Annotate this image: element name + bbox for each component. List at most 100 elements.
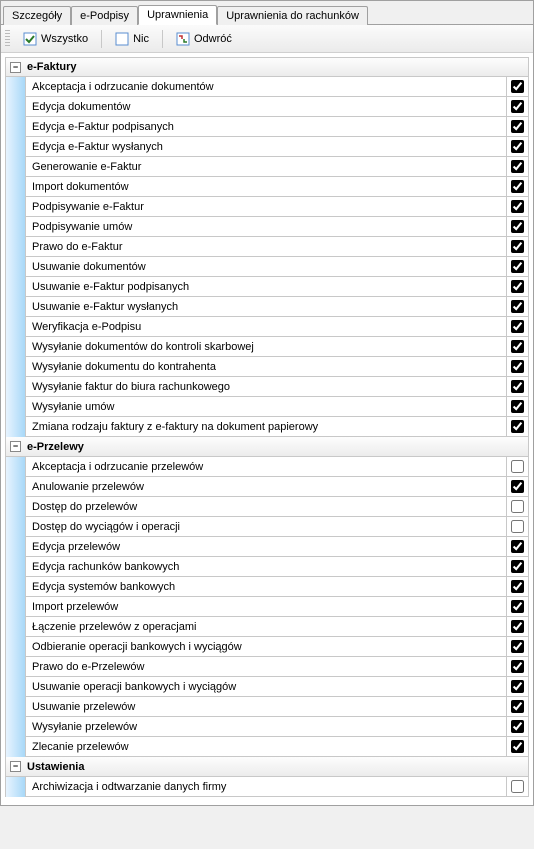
permission-group: −e-FakturyAkceptacja i odrzucanie dokume…: [5, 57, 529, 437]
permission-checkbox[interactable]: [511, 660, 524, 673]
select-all-button[interactable]: Wszystko: [16, 29, 95, 49]
collapse-icon[interactable]: −: [10, 62, 21, 73]
permission-checkbox-cell: [507, 357, 529, 377]
permission-label: Łączenie przelewów z operacjami: [26, 617, 507, 637]
permission-checkbox-cell: [507, 77, 529, 97]
permission-checkbox[interactable]: [511, 540, 524, 553]
permission-label: Usuwanie e-Faktur wysłanych: [26, 297, 507, 317]
permission-row: Łączenie przelewów z operacjami: [5, 617, 529, 637]
permission-checkbox[interactable]: [511, 400, 524, 413]
row-indent: [6, 297, 26, 317]
invert-button[interactable]: Odwróć: [169, 29, 239, 49]
permission-label: Prawo do e-Przelewów: [26, 657, 507, 677]
permission-row: Akceptacja i odrzucanie przelewów: [5, 457, 529, 477]
permission-row: Usuwanie e-Faktur wysłanych: [5, 297, 529, 317]
permission-row: Weryfikacja e-Podpisu: [5, 317, 529, 337]
permission-checkbox[interactable]: [511, 180, 524, 193]
tab-esignatures[interactable]: e-Podpisy: [71, 6, 138, 25]
permission-checkbox-cell: [507, 717, 529, 737]
permission-label: Wysyłanie dokumentu do kontrahenta: [26, 357, 507, 377]
permission-checkbox-cell: [507, 657, 529, 677]
row-indent: [6, 577, 26, 597]
permission-checkbox[interactable]: [511, 420, 524, 433]
row-indent: [6, 217, 26, 237]
permission-checkbox[interactable]: [511, 200, 524, 213]
permission-checkbox[interactable]: [511, 700, 524, 713]
permission-checkbox[interactable]: [511, 280, 524, 293]
permission-label: Usuwanie operacji bankowych i wyciągów: [26, 677, 507, 697]
permission-label: Zlecanie przelewów: [26, 737, 507, 757]
invert-icon: [176, 32, 190, 46]
select-none-button[interactable]: Nic: [108, 29, 156, 49]
permission-checkbox[interactable]: [511, 580, 524, 593]
permission-checkbox[interactable]: [511, 160, 524, 173]
permission-checkbox[interactable]: [511, 100, 524, 113]
row-indent: [6, 677, 26, 697]
permission-checkbox-cell: [507, 737, 529, 757]
permission-row: Wysyłanie umów: [5, 397, 529, 417]
permission-group: −UstawieniaArchiwizacja i odtwarzanie da…: [5, 757, 529, 797]
permission-checkbox-cell: [507, 337, 529, 357]
group-header[interactable]: −Ustawienia: [5, 757, 529, 777]
permission-checkbox[interactable]: [511, 600, 524, 613]
permission-checkbox[interactable]: [511, 320, 524, 333]
tab-account-permissions[interactable]: Uprawnienia do rachunków: [217, 6, 368, 25]
row-indent: [6, 257, 26, 277]
permission-label: Podpisywanie e-Faktur: [26, 197, 507, 217]
permission-row: Import przelewów: [5, 597, 529, 617]
permission-checkbox[interactable]: [511, 120, 524, 133]
permission-checkbox[interactable]: [511, 360, 524, 373]
permission-checkbox[interactable]: [511, 740, 524, 753]
permission-row: Wysyłanie dokumentu do kontrahenta: [5, 357, 529, 377]
permission-checkbox[interactable]: [511, 140, 524, 153]
permission-checkbox-cell: [507, 277, 529, 297]
permissions-tree: −e-FakturyAkceptacja i odrzucanie dokume…: [1, 53, 533, 805]
group-header[interactable]: −e-Faktury: [5, 57, 529, 77]
row-indent: [6, 477, 26, 497]
permission-checkbox[interactable]: [511, 340, 524, 353]
permission-checkbox[interactable]: [511, 380, 524, 393]
invert-label: Odwróć: [194, 33, 232, 45]
permission-row: Prawo do e-Przelewów: [5, 657, 529, 677]
permission-checkbox[interactable]: [511, 780, 524, 793]
permission-checkbox-cell: [507, 117, 529, 137]
permission-checkbox-cell: [507, 297, 529, 317]
permission-checkbox[interactable]: [511, 460, 524, 473]
permission-label: Weryfikacja e-Podpisu: [26, 317, 507, 337]
row-indent: [6, 597, 26, 617]
permission-checkbox[interactable]: [511, 300, 524, 313]
permission-row: Edycja dokumentów: [5, 97, 529, 117]
permission-label: Usuwanie dokumentów: [26, 257, 507, 277]
permission-label: Edycja rachunków bankowych: [26, 557, 507, 577]
row-indent: [6, 537, 26, 557]
tab-permissions[interactable]: Uprawnienia: [138, 5, 217, 25]
permission-checkbox[interactable]: [511, 520, 524, 533]
permission-checkbox-cell: [507, 617, 529, 637]
row-indent: [6, 177, 26, 197]
permission-checkbox[interactable]: [511, 480, 524, 493]
tab-details[interactable]: Szczegóły: [3, 6, 71, 25]
permission-checkbox[interactable]: [511, 620, 524, 633]
permission-checkbox[interactable]: [511, 640, 524, 653]
permission-checkbox[interactable]: [511, 220, 524, 233]
permission-checkbox[interactable]: [511, 500, 524, 513]
permission-checkbox[interactable]: [511, 560, 524, 573]
permission-label: Wysyłanie umów: [26, 397, 507, 417]
permission-checkbox-cell: [507, 557, 529, 577]
permission-checkbox[interactable]: [511, 720, 524, 733]
permission-row: Zmiana rodzaju faktury z e-faktury na do…: [5, 417, 529, 437]
collapse-icon[interactable]: −: [10, 761, 21, 772]
permission-checkbox[interactable]: [511, 680, 524, 693]
row-indent: [6, 357, 26, 377]
tabbar: Szczegóły e-Podpisy Uprawnienia Uprawnie…: [1, 1, 533, 25]
permission-row: Odbieranie operacji bankowych i wyciągów: [5, 637, 529, 657]
group-header[interactable]: −e-Przelewy: [5, 437, 529, 457]
permission-label: Akceptacja i odrzucanie dokumentów: [26, 77, 507, 97]
collapse-icon[interactable]: −: [10, 441, 21, 452]
row-indent: [6, 737, 26, 757]
permission-checkbox[interactable]: [511, 240, 524, 253]
row-indent: [6, 157, 26, 177]
permission-checkbox[interactable]: [511, 260, 524, 273]
row-indent: [6, 617, 26, 637]
permission-checkbox[interactable]: [511, 80, 524, 93]
